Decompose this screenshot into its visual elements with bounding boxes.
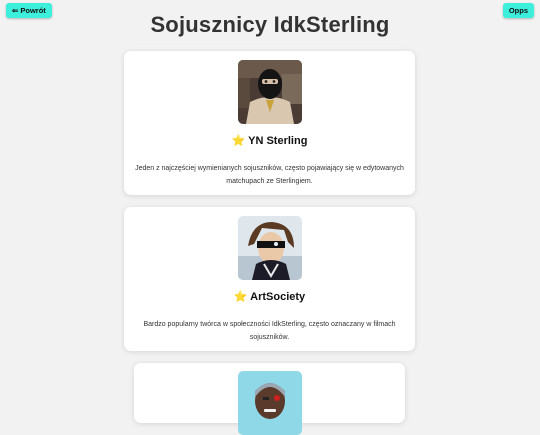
ally-name: ⭐ ArtSociety <box>233 291 306 303</box>
ally-card <box>134 363 405 435</box>
ally-description: Bardzo popularny twórca w społeczności I… <box>143 321 396 341</box>
anime-character-image <box>237 216 302 280</box>
cyborg-character-image <box>237 371 302 435</box>
ally-avatar <box>237 60 302 124</box>
ally-name: ⭐ YN Sterling <box>231 135 308 147</box>
page-title: Sojusznicy IdkSterling <box>150 12 390 37</box>
ally-avatar <box>237 216 302 280</box>
ally-card: ⭐ ArtSociety Bardzo popularny twórca w s… <box>124 207 415 351</box>
masked-person-photo <box>237 60 302 124</box>
ally-description: Jeden z najczęściej wymienianych sojuszn… <box>135 165 404 185</box>
ally-avatar <box>237 371 302 435</box>
ally-card: ⭐ YN Sterling Jeden z najczęściej wymien… <box>124 51 415 195</box>
